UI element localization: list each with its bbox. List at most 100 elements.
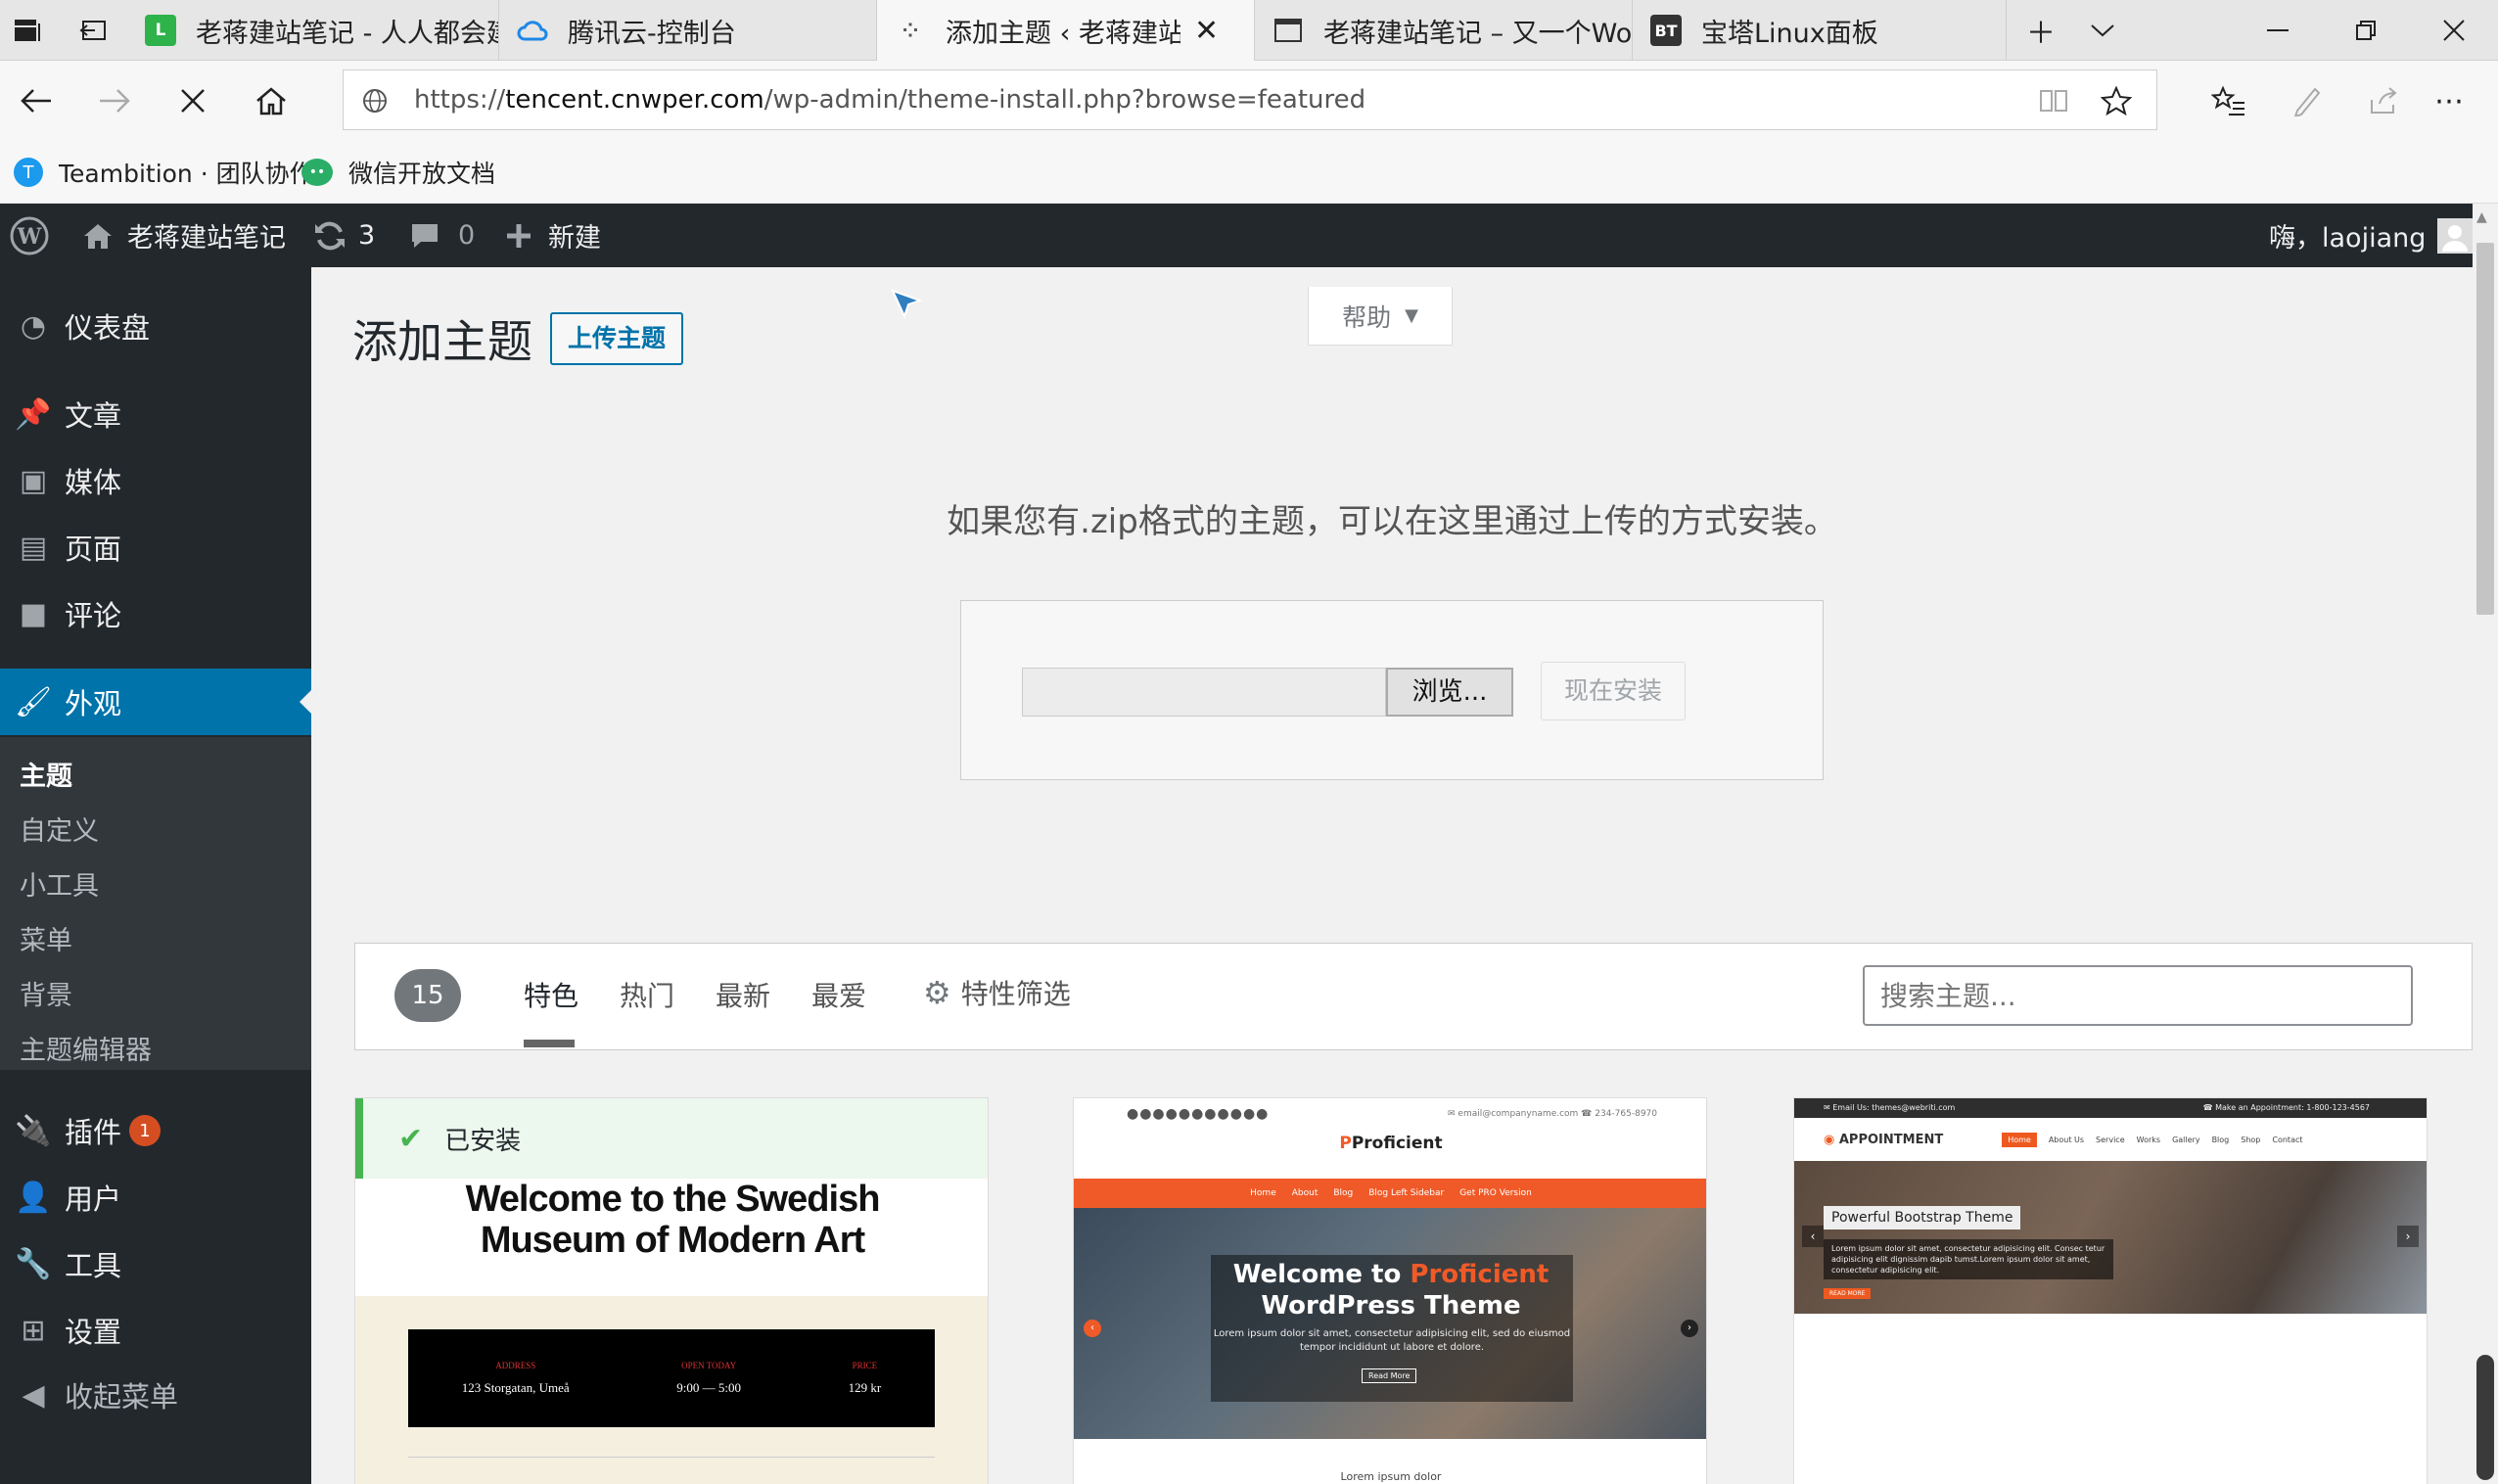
submenu-theme-editor[interactable]: 主题编辑器	[20, 1029, 152, 1067]
hero-read-more: Read More	[1362, 1368, 1417, 1383]
menu-comments[interactable]: ■ 评论	[0, 580, 311, 647]
new-content-link[interactable]: 新建	[505, 204, 601, 267]
menu-item: Contact	[2272, 1135, 2303, 1144]
wechat-icon: ••	[301, 159, 333, 186]
filter-tab-popular[interactable]: 热门	[620, 975, 674, 1014]
favorites-hub-button[interactable]	[2195, 61, 2263, 141]
menu-item: Shop	[2241, 1135, 2261, 1144]
page-scrollbar[interactable]: ▲	[2473, 204, 2498, 1484]
installed-notice: ✔ 已安装	[355, 1098, 988, 1179]
file-input[interactable]	[1022, 668, 1386, 717]
avatar	[2437, 217, 2474, 254]
info-label: ADDRESS	[495, 1361, 536, 1370]
collapse-arrow-icon: ◀	[22, 1377, 45, 1413]
share-icon	[2371, 87, 2397, 114]
tab-preview-button[interactable]	[2061, 0, 2144, 61]
address-bar-row: https://tencent.cnwper.com/wp-admin/them…	[0, 61, 2498, 141]
theme-card-proficient[interactable]: ●●●●●●●●●●● ✉ email@companyname.com ☎ 23…	[1073, 1097, 1707, 1484]
bookmark-wechat-docs[interactable]: •• 微信开放文档	[301, 141, 495, 204]
menu-plugins[interactable]: 🔌 插件 1	[0, 1097, 311, 1164]
submenu-widgets[interactable]: 小工具	[20, 864, 99, 903]
filter-tab-favorites[interactable]: 最爱	[811, 975, 866, 1014]
menu-settings[interactable]: ⊞ 设置	[0, 1297, 311, 1364]
tab-actions-icon[interactable]	[10, 15, 45, 46]
slider-next-icon: ›	[1681, 1320, 1698, 1337]
logo-text: APPOINTMENT	[1838, 1132, 1944, 1147]
share-button[interactable]	[2349, 61, 2418, 141]
theme-search-input[interactable]	[1863, 965, 2413, 1026]
comments-link[interactable]: 0	[409, 204, 475, 267]
tab-baota-panel[interactable]: BT 宝塔Linux面板	[1633, 0, 2007, 61]
upload-theme-button[interactable]: 上传主题	[550, 312, 684, 365]
hero-accent: Proficient	[1410, 1260, 1550, 1289]
proficient-footer-text: Lorem ipsum dolor	[1340, 1470, 1442, 1483]
dashboard-gauge-icon: ◔	[20, 308, 47, 344]
filter-tab-latest[interactable]: 最新	[716, 975, 770, 1014]
feature-filter-link[interactable]: ⚙ 特性筛选	[923, 973, 1071, 1012]
social-icons: ●●●●●●●●●●●	[1127, 1106, 1270, 1122]
appearance-submenu: 主题 自定义 小工具 菜单 背景 主题编辑器	[0, 737, 311, 1070]
tab-title: 宝塔Linux面板	[1701, 18, 1878, 49]
install-now-button[interactable]: 现在安装	[1541, 662, 1686, 720]
menu-pages[interactable]: ▤ 页面	[0, 514, 311, 580]
page-icon	[1272, 15, 1304, 46]
menu-item: Home	[2002, 1132, 2037, 1147]
submenu-menus[interactable]: 菜单	[20, 919, 72, 957]
favorites-bar: T Teambition · 团队协作 •• 微信开放文档	[0, 141, 2498, 204]
laojiang-site-icon: L	[145, 15, 176, 46]
web-notes-button[interactable]	[2273, 61, 2341, 141]
site-name-link[interactable]: 老蒋建站笔记	[82, 204, 286, 267]
proficient-menu: Home About Blog Blog Left Sidebar Get PR…	[1074, 1179, 1706, 1208]
scrollbar-thumb[interactable]	[2476, 243, 2494, 615]
filter-tab-featured[interactable]: 特色	[524, 975, 578, 1014]
browse-button[interactable]: 浏览...	[1386, 668, 1513, 717]
help-tab-button[interactable]: 帮助 ▼	[1308, 287, 1453, 346]
updates-link[interactable]: 3	[313, 204, 375, 267]
hero-text: Welcome to	[1232, 1260, 1411, 1289]
url-field[interactable]: https://tencent.cnwper.com/wp-admin/them…	[343, 70, 2157, 130]
theme-card-installed[interactable]: ✔ 已安装 Welcome to the Swedish Museum of M…	[354, 1097, 989, 1484]
bookmark-teambition[interactable]: T Teambition · 团队协作	[14, 141, 314, 204]
more-button[interactable]: ⋯	[2416, 61, 2484, 141]
forward-button[interactable]	[80, 61, 149, 141]
topbar-phone: ☎ Make an Appointment: 1-800-123-4567	[2202, 1103, 2370, 1112]
my-account-link[interactable]: 嗨，laojiang	[2269, 204, 2474, 267]
submenu-themes[interactable]: 主题	[20, 755, 72, 793]
chevron-down-icon	[2091, 24, 2114, 37]
collapse-menu-button[interactable]: ◀ 收起菜单	[0, 1362, 311, 1428]
menu-dashboard[interactable]: ◔ 仪表盘	[0, 293, 311, 359]
close-tab-icon[interactable]: ✕	[1194, 14, 1219, 48]
close-window-button[interactable]	[2410, 0, 2498, 61]
minimize-button[interactable]	[2234, 0, 2322, 61]
submenu-background[interactable]: 背景	[20, 974, 72, 1012]
menu-item: About	[1291, 1188, 1318, 1198]
teambition-icon: T	[14, 158, 43, 187]
slider-next-icon: ›	[2397, 1226, 2419, 1247]
admin-sidebar: ◔ 仪表盘 📌 文章 ▣ 媒体 ▤ 页面 ■ 评论 🖌 外观 主题 自定义 小工具 菜单 背…	[0, 267, 311, 1484]
favorite-star-icon[interactable]	[2100, 84, 2133, 117]
hero-text: WordPress Theme	[1261, 1291, 1521, 1321]
home-button[interactable]	[237, 61, 305, 141]
menu-item: Service	[2096, 1135, 2125, 1144]
reading-view-icon[interactable]	[2037, 86, 2070, 116]
submenu-customize[interactable]: 自定义	[20, 810, 99, 848]
theme-card-appointment[interactable]: ✉ Email Us: themes@webriti.com ☎ Make an…	[1793, 1097, 2428, 1484]
tab-tencent-cloud[interactable]: 腾讯云-控制台	[499, 0, 877, 61]
slider-prev-icon: ‹	[1084, 1320, 1101, 1337]
restore-button[interactable]	[2322, 0, 2410, 61]
menu-tools[interactable]: 🔧 工具	[0, 1230, 311, 1297]
back-button[interactable]	[2, 61, 70, 141]
tab-add-theme[interactable]: ⁘ 添加主题 ‹ 老蒋建站笔 ✕	[877, 0, 1255, 61]
set-aside-tabs-icon[interactable]	[76, 15, 112, 46]
menu-posts[interactable]: 📌 文章	[0, 381, 311, 447]
menu-media[interactable]: ▣ 媒体	[0, 447, 311, 514]
menu-appearance[interactable]: 🖌 外观	[0, 669, 311, 735]
stop-loading-button[interactable]	[159, 61, 227, 141]
user-icon: 👤	[15, 1180, 52, 1215]
minimize-icon	[2267, 29, 2289, 31]
menu-item: About Us	[2048, 1135, 2085, 1144]
menu-users[interactable]: 👤 用户	[0, 1164, 311, 1230]
wordpress-logo-icon[interactable]: W	[10, 204, 51, 267]
tab-laojiang-notes[interactable]: L 老蒋建站笔记 - 人人都会建	[127, 0, 499, 61]
tab-laojiang-wordpress[interactable]: 老蒋建站笔记 – 又一个Wo	[1255, 0, 1633, 61]
